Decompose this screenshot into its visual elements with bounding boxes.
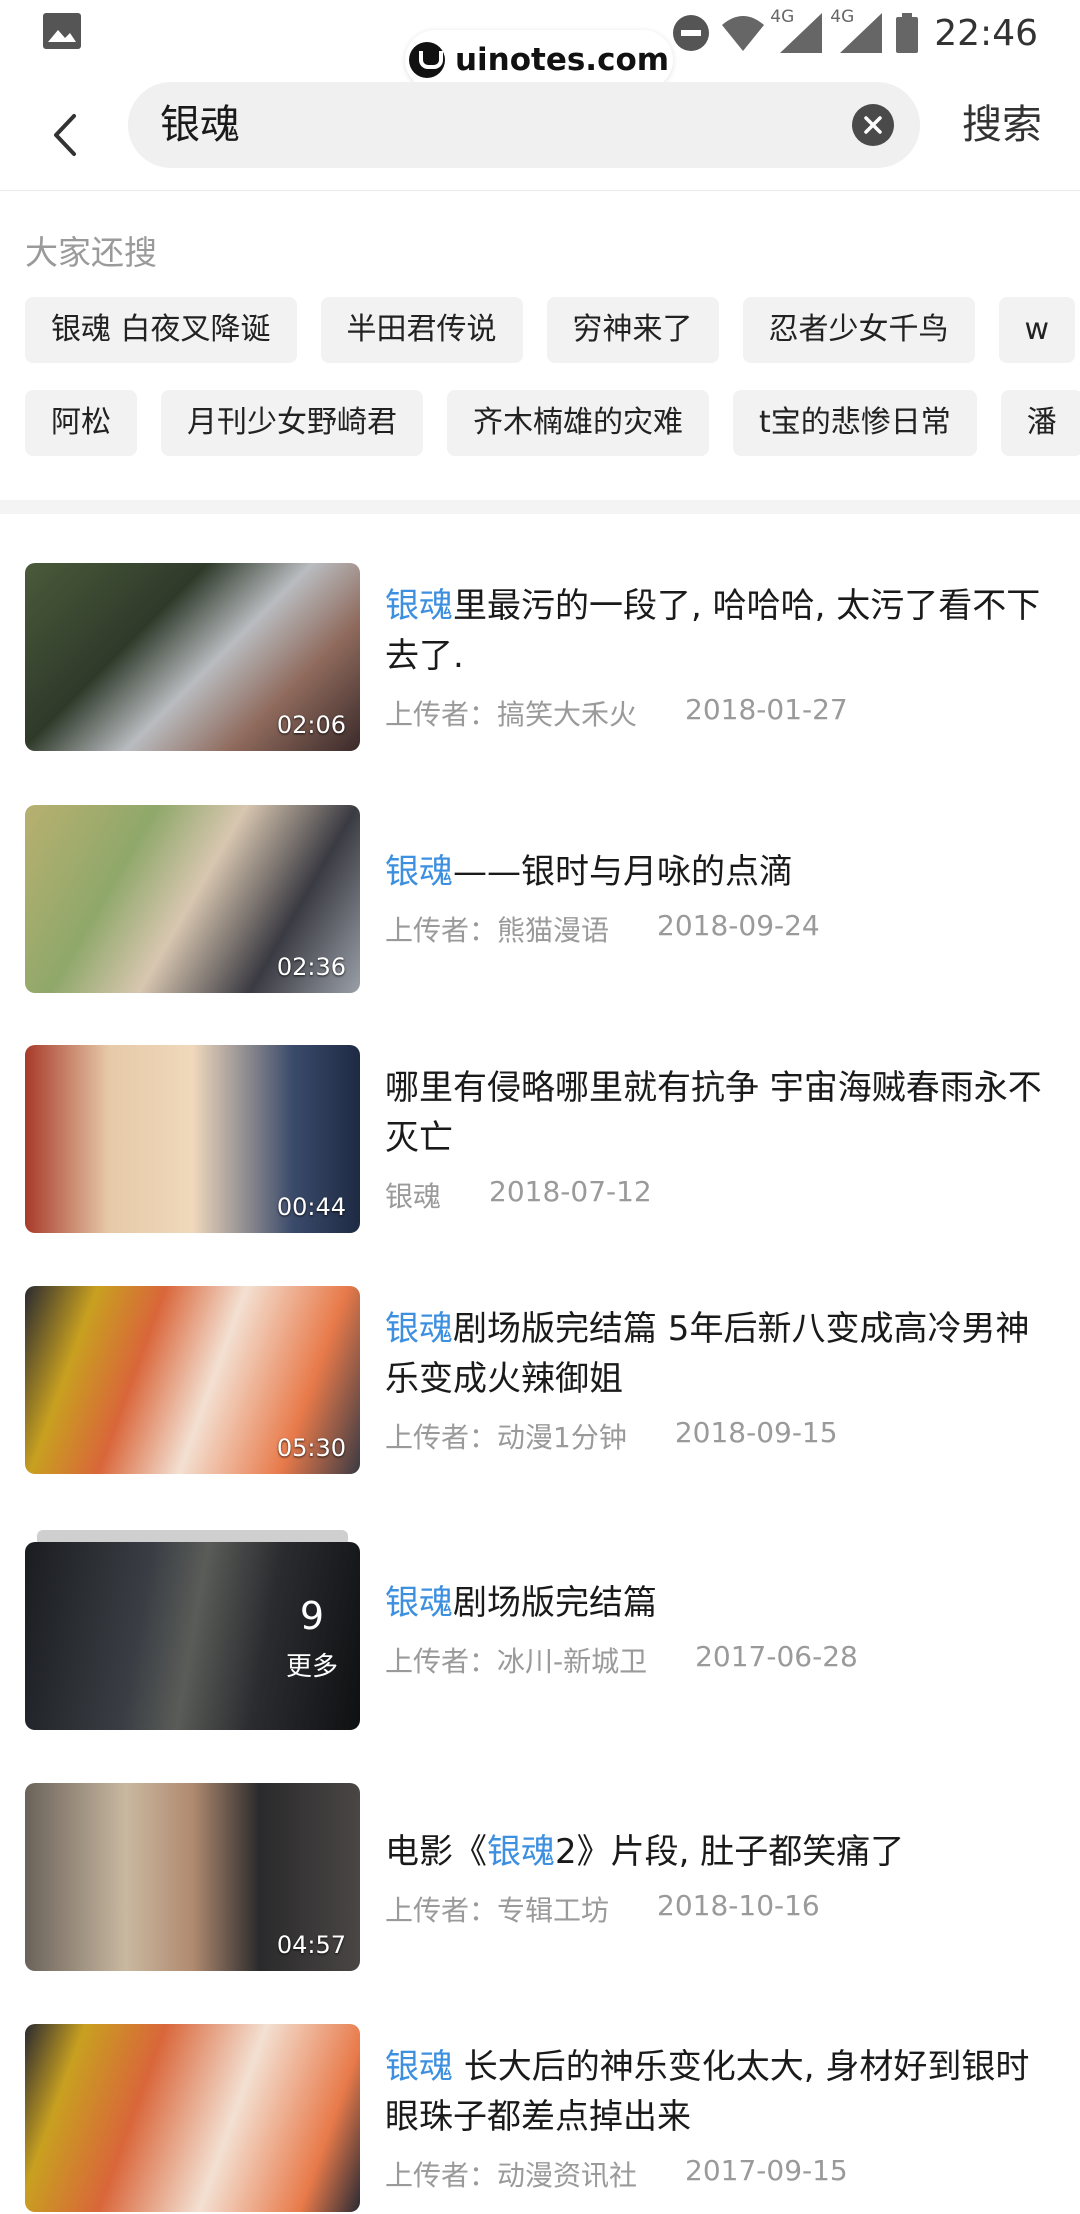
title-text: 剧场版完结篇 5年后新八变成高冷男神乐变成火辣御姐 xyxy=(385,1309,1030,1399)
video-duration: 02:06 xyxy=(276,711,346,739)
title-text: 长大后的神乐变化太大, 身材好到银时眼珠子都差点掉出来 xyxy=(385,2047,1030,2137)
suggestion-chip[interactable]: t宝的悲惨日常 xyxy=(733,390,977,456)
upload-date: 2018-10-16 xyxy=(657,1889,820,1922)
wifi-icon xyxy=(722,16,765,51)
search-header: 银魂 搜索 xyxy=(0,80,1080,191)
suggestion-chip[interactable]: 半田君传说 xyxy=(320,297,523,363)
video-duration: 00:44 xyxy=(276,1193,346,1221)
upload-date: 2018-07-12 xyxy=(489,1175,652,1208)
do-not-disturb-icon xyxy=(673,15,710,51)
uinotes-logo-icon xyxy=(408,42,445,78)
title-text: 剧场版完结篇 xyxy=(453,1583,657,1623)
playlist-more-label: 更多 xyxy=(285,1652,338,1682)
video-item[interactable]: 9 更多 银魂剧场版完结篇 上传者：冰川-新城卫 2017-06-28 xyxy=(25,1530,1055,1732)
keyword-highlight: 银魂 xyxy=(487,1832,555,1872)
uploader: 上传者：冰川-新城卫 xyxy=(385,1645,648,1678)
uploader: 银魂 xyxy=(385,1180,442,1213)
close-icon xyxy=(864,116,882,134)
playlist-thumbnail[interactable]: 9 更多 xyxy=(25,1542,360,1730)
suggestion-chip[interactable]: w xyxy=(998,297,1076,363)
video-item[interactable]: 02:06 银魂里最污的一段了, 哈哈哈, 太污了看不下去了. 上传者：搞笑大禾… xyxy=(25,563,1055,753)
keyword-highlight: 银魂 xyxy=(385,1309,453,1349)
uploader: 上传者：专辑工坊 xyxy=(385,1894,610,1927)
video-info: 银魂剧场版完结篇 上传者：冰川-新城卫 2017-06-28 xyxy=(385,1578,1055,1680)
video-info: 银魂里最污的一段了, 哈哈哈, 太污了看不下去了. 上传者：搞笑大禾火 2018-… xyxy=(385,581,1055,733)
video-item[interactable]: 05:30 银魂剧场版完结篇 5年后新八变成高冷男神乐变成火辣御姐 上传者：动漫… xyxy=(25,1286,1055,1476)
video-title[interactable]: 银魂 长大后的神乐变化太大, 身材好到银时眼珠子都差点掉出来 xyxy=(385,2042,1055,2142)
video-thumbnail[interactable]: 00:44 xyxy=(25,1045,360,1233)
upload-date: 2018-09-15 xyxy=(674,1416,838,1449)
video-duration: 04:57 xyxy=(276,1931,346,1959)
video-thumbnail[interactable]: 04:57 xyxy=(25,1783,360,1971)
uploader: 上传者：动漫1分钟 xyxy=(385,1421,627,1454)
search-input[interactable]: 银魂 xyxy=(128,82,920,168)
video-item[interactable]: 04:57 电影《银魂2》片段, 肚子都笑痛了 上传者：专辑工坊 2018-10-… xyxy=(25,1783,1055,1973)
keyword-highlight: 银魂 xyxy=(385,586,453,626)
video-title[interactable]: 银魂——银时与月咏的点滴 xyxy=(385,847,1055,897)
battery-icon xyxy=(896,13,919,53)
back-button[interactable] xyxy=(40,100,90,170)
clear-search-button[interactable] xyxy=(852,104,894,146)
suggestion-chip[interactable]: 潘 xyxy=(1000,390,1080,456)
suggestion-chip[interactable]: 阿松 xyxy=(25,390,137,456)
suggestion-chip[interactable]: 月刊少女野崎君 xyxy=(161,390,423,456)
video-thumbnail[interactable] xyxy=(25,2024,360,2212)
video-title[interactable]: 银魂里最污的一段了, 哈哈哈, 太污了看不下去了. xyxy=(385,581,1055,681)
video-item[interactable]: 02:36 银魂——银时与月咏的点滴 上传者：熊猫漫语 2018-09-24 xyxy=(25,805,1055,995)
suggestion-chips-row-1: 银魂 白夜叉降诞 半田君传说 穷神来了 忍者少女千鸟 w xyxy=(25,297,1076,363)
upload-date: 2018-01-27 xyxy=(685,693,848,726)
keyword-highlight: 银魂 xyxy=(385,852,453,892)
suggestion-chip[interactable]: 忍者少女千鸟 xyxy=(742,297,975,363)
video-title[interactable]: 银魂剧场版完结篇 xyxy=(385,1578,1055,1628)
title-text: ——银时与月咏的点滴 xyxy=(453,852,793,892)
video-info: 电影《银魂2》片段, 肚子都笑痛了 上传者：专辑工坊 2018-10-16 xyxy=(385,1827,1055,1929)
title-text: 里最污的一段了, 哈哈哈, 太污了看不下去了. xyxy=(385,586,1041,676)
network-type-label: 4G xyxy=(770,7,795,27)
uploader: 上传者：动漫资讯社 xyxy=(385,2159,638,2192)
search-submit-button[interactable]: 搜索 xyxy=(962,82,1042,168)
suggestion-chip[interactable]: 银魂 白夜叉降诞 xyxy=(25,297,297,363)
video-info: 银魂——银时与月咏的点滴 上传者：熊猫漫语 2018-09-24 xyxy=(385,847,1055,949)
video-duration: 05:30 xyxy=(276,1434,346,1462)
gallery-notification-icon xyxy=(43,13,81,49)
title-text: 2》片段, 肚子都笑痛了 xyxy=(555,1832,905,1872)
video-info: 银魂 长大后的神乐变化太大, 身材好到银时眼珠子都差点掉出来 上传者：动漫资讯社… xyxy=(385,2042,1055,2194)
video-duration: 02:36 xyxy=(276,953,346,981)
playlist-count: 9 xyxy=(299,1594,324,1638)
upload-date: 2017-06-28 xyxy=(695,1640,858,1673)
search-query-text[interactable]: 银魂 xyxy=(160,82,240,168)
uploader: 上传者：搞笑大禾火 xyxy=(385,698,638,731)
suggestion-chips-row-2: 阿松 月刊少女野崎君 齐木楠雄的灾难 t宝的悲惨日常 潘 xyxy=(25,390,1080,456)
uploader: 上传者：熊猫漫语 xyxy=(385,914,610,947)
section-divider xyxy=(0,500,1080,514)
suggestion-chip[interactable]: 穷神来了 xyxy=(546,297,719,363)
watermark-text: uinotes.com xyxy=(454,42,670,78)
keyword-highlight: 银魂 xyxy=(385,1583,453,1623)
video-title[interactable]: 电影《银魂2》片段, 肚子都笑痛了 xyxy=(385,1827,1055,1877)
title-prefix: 电影《 xyxy=(385,1832,487,1872)
video-info: 银魂剧场版完结篇 5年后新八变成高冷男神乐变成火辣御姐 上传者：动漫1分钟 201… xyxy=(385,1304,1055,1456)
chevron-left-icon xyxy=(54,114,76,156)
video-item[interactable]: 银魂 长大后的神乐变化太大, 身材好到银时眼珠子都差点掉出来 上传者：动漫资讯社… xyxy=(25,2024,1055,2214)
video-item[interactable]: 00:44 哪里有侵略哪里就有抗争 宇宙海贼春雨永不灭亡 银魂 2018-07-1… xyxy=(25,1045,1055,1235)
keyword-highlight: 银魂 xyxy=(385,2047,453,2087)
title-text: 哪里有侵略哪里就有抗争 宇宙海贼春雨永不灭亡 xyxy=(385,1068,1042,1158)
upload-date: 2018-09-24 xyxy=(657,909,820,942)
video-info: 哪里有侵略哪里就有抗争 宇宙海贼春雨永不灭亡 银魂 2018-07-12 xyxy=(385,1063,1055,1215)
clock: 22:46 xyxy=(934,12,1038,54)
video-title[interactable]: 银魂剧场版完结篇 5年后新八变成高冷男神乐变成火辣御姐 xyxy=(385,1304,1055,1404)
upload-date: 2017-09-15 xyxy=(685,2154,848,2187)
network-type-label: 4G xyxy=(830,7,855,27)
suggestion-chip[interactable]: 齐木楠雄的灾难 xyxy=(447,390,709,456)
video-thumbnail[interactable]: 02:06 xyxy=(25,563,360,751)
video-thumbnail[interactable]: 02:36 xyxy=(25,805,360,993)
video-thumbnail[interactable]: 05:30 xyxy=(25,1286,360,1474)
video-title[interactable]: 哪里有侵略哪里就有抗争 宇宙海贼春雨永不灭亡 xyxy=(385,1063,1055,1163)
suggestions-title: 大家还搜 xyxy=(25,233,157,272)
